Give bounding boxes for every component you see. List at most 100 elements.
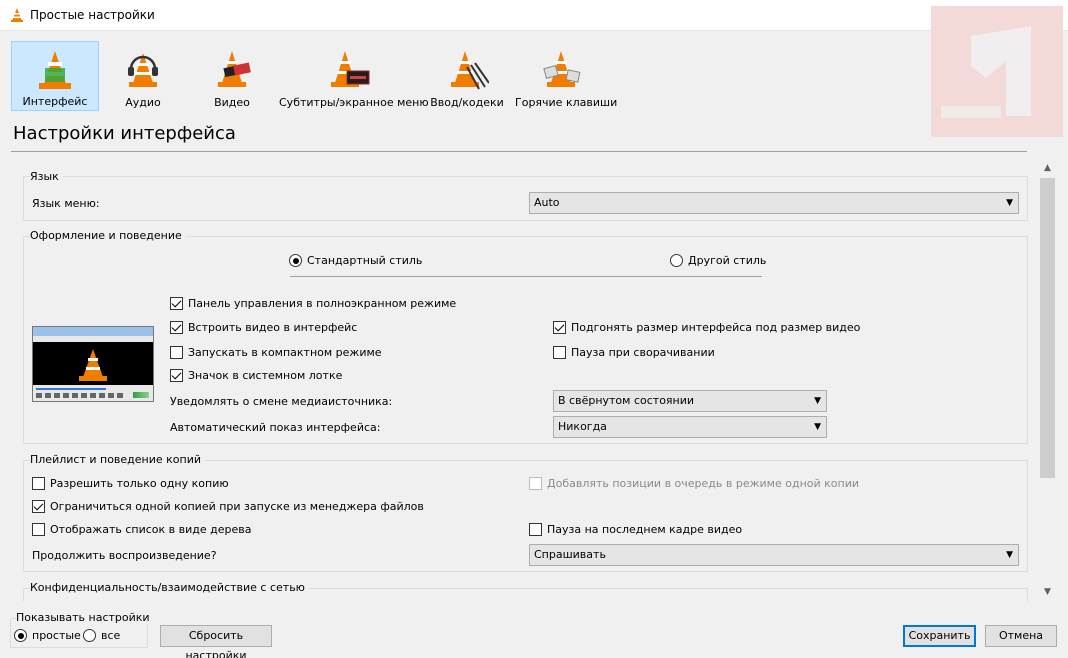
watermark-logo (931, 6, 1063, 137)
checkbox-icon (170, 321, 183, 334)
continue-playback-select[interactable]: Спрашивать ▼ (529, 544, 1019, 566)
one-instance-checkbox[interactable]: Разрешить только одну копию (32, 477, 229, 490)
continue-playback-value: Спрашивать (534, 548, 606, 561)
show-all-label: все (101, 629, 121, 642)
checkbox-icon (32, 477, 45, 490)
embed-video-checkbox[interactable]: Встроить видео в интерфейс (170, 321, 357, 334)
toolbar-input-codecs-label: Ввод/кодеки (430, 96, 504, 109)
checkbox-icon (553, 321, 566, 334)
scrollbar-thumb[interactable] (1040, 178, 1055, 478)
show-all-radio[interactable]: все (83, 629, 120, 642)
video-cone-icon (218, 51, 251, 87)
one-instance-label: Разрешить только одну копию (50, 477, 229, 490)
subtitles-cone-icon (331, 51, 370, 87)
preview-menubar (33, 336, 153, 342)
scroll-up-arrow-icon[interactable]: ▲ (1039, 160, 1056, 177)
resize-to-video-label: Подгонять размер интерфейса под размер в… (571, 321, 861, 334)
radio-icon (83, 629, 96, 642)
notify-select[interactable]: В свёрнутом состоянии ▼ (553, 390, 827, 412)
style-standard-radio[interactable]: Стандартный стиль (289, 254, 422, 267)
toolbar-audio-label: Аудио (125, 96, 161, 109)
toolbar-interface-label: Интерфейс (22, 95, 88, 108)
show-settings-title: Показывать настройки (16, 611, 154, 624)
page-title: Настройки интерфейса (13, 123, 236, 144)
radio-icon (670, 254, 683, 267)
hotkeys-cone-icon (543, 51, 581, 87)
toolbar-hotkeys-label: Горячие клавиши (515, 96, 618, 109)
checkbox-icon (529, 477, 542, 490)
tree-view-checkbox[interactable]: Отображать список в виде дерева (32, 523, 251, 536)
fullscreen-controller-label: Панель управления в полноэкранном режиме (188, 297, 457, 310)
notify-label: Уведомлять о смене медиаисточника: (170, 395, 393, 408)
chevron-down-icon: ▼ (814, 422, 821, 432)
chevron-down-icon: ▼ (814, 396, 821, 406)
reset-settings-button[interactable]: Сбросить настройки (160, 625, 272, 658)
audio-headphones-cone-icon (128, 53, 158, 87)
enqueue-one-instance-checkbox[interactable]: Добавлять позиции в очередь в режиме одн… (529, 477, 859, 490)
interface-preview-image (32, 326, 154, 402)
checkbox-icon (170, 346, 183, 359)
checkbox-icon (529, 523, 542, 536)
compact-mode-checkbox[interactable]: Запускать в компактном режиме (170, 346, 382, 359)
preview-cone-icon (79, 349, 107, 381)
style-other-radio[interactable]: Другой стиль (670, 254, 766, 267)
autoshow-select[interactable]: Никогда ▼ (553, 416, 827, 438)
autoshow-label: Автоматический показ интерфейса: (170, 421, 381, 434)
menu-language-select[interactable]: Auto ▼ (529, 192, 1019, 214)
show-simple-label: простые (32, 629, 81, 642)
toolbar-subtitles[interactable]: Субтитры/экранное меню (279, 41, 429, 111)
pause-last-frame-label: Пауза на последнем кадре видео (547, 523, 743, 536)
toolbar-interface[interactable]: Интерфейс (11, 41, 99, 111)
systray-icon-checkbox[interactable]: Значок в системном лотке (170, 369, 342, 382)
appearance-group-title: Оформление и поведение (30, 229, 186, 242)
toolbar-video-label: Видео (214, 96, 250, 109)
toolbar-audio[interactable]: Аудио (103, 41, 183, 111)
one-instance-file-manager-checkbox[interactable]: Ограничиться одной копией при запуске из… (32, 500, 424, 513)
embed-video-label: Встроить видео в интерфейс (188, 321, 358, 334)
scroll-down-arrow-icon[interactable]: ▼ (1039, 584, 1056, 601)
checkbox-icon (32, 500, 45, 513)
preview-titlebar (33, 327, 153, 336)
toolbar-subtitles-label: Субтитры/экранное меню (279, 96, 429, 109)
pause-minimized-label: Пауза при сворачивании (571, 346, 715, 359)
checkbox-icon (170, 297, 183, 310)
fullscreen-controller-checkbox[interactable]: Панель управления в полноэкранном режиме (170, 297, 456, 310)
save-button[interactable]: Сохранить (903, 625, 976, 647)
resize-to-video-checkbox[interactable]: Подгонять размер интерфейса под размер в… (553, 321, 860, 334)
checkbox-icon (553, 346, 566, 359)
toolbar-video[interactable]: Видео (193, 41, 271, 111)
vlc-app-icon (11, 8, 23, 22)
window-title: Простые настройки (30, 8, 155, 22)
pause-minimized-checkbox[interactable]: Пауза при сворачивании (553, 346, 715, 359)
language-group-title: Язык (30, 170, 63, 183)
menu-language-label: Язык меню: (32, 197, 100, 210)
menu-language-value: Auto (534, 196, 560, 209)
privacy-group-title: Конфиденциальность/взаимодействие с сеть… (30, 581, 309, 594)
systray-icon-label: Значок в системном лотке (188, 369, 343, 382)
chevron-down-icon: ▼ (1006, 198, 1013, 208)
radio-icon (14, 629, 27, 642)
style-standard-label: Стандартный стиль (307, 254, 423, 267)
pause-last-frame-checkbox[interactable]: Пауза на последнем кадре видео (529, 523, 742, 536)
title-bar: Простые настройки — ☐ ✕ (0, 0, 1068, 31)
compact-mode-label: Запускать в компактном режиме (188, 346, 382, 359)
toolbar-input-codecs[interactable]: Ввод/кодеки (430, 41, 504, 111)
input-codecs-cone-icon (451, 51, 489, 90)
chevron-down-icon: ▼ (1006, 550, 1013, 560)
enqueue-one-instance-label: Добавлять позиции в очередь в режиме одн… (547, 477, 859, 490)
title-divider (11, 151, 1027, 152)
cancel-button[interactable]: Отмена (985, 625, 1057, 647)
notify-value: В свёрнутом состоянии (558, 394, 695, 407)
style-divider (290, 276, 762, 277)
checkbox-icon (170, 369, 183, 382)
style-other-label: Другой стиль (688, 254, 767, 267)
toolbar-hotkeys[interactable]: Горячие клавиши (515, 41, 618, 111)
show-simple-radio[interactable]: простые (14, 629, 81, 642)
appearance-group (23, 236, 1028, 444)
playlist-group-title: Плейлист и поведение копий (30, 453, 206, 466)
checkbox-icon (32, 523, 45, 536)
one-instance-file-manager-label: Ограничиться одной копией при запуске из… (50, 500, 424, 513)
autoshow-value: Никогда (558, 420, 607, 433)
interface-cone-icon (39, 51, 71, 89)
radio-icon (289, 254, 302, 267)
